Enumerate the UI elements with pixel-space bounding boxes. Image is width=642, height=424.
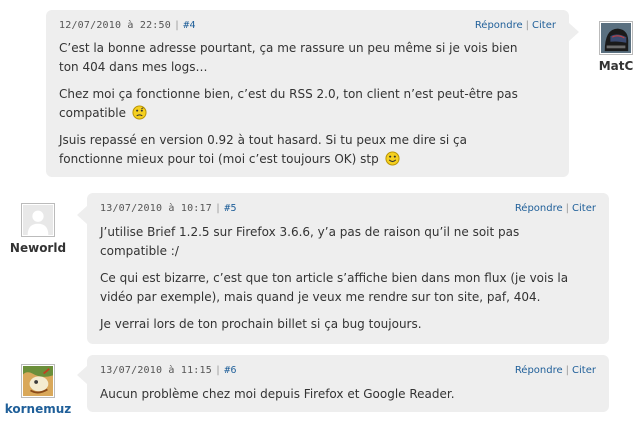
drawing-avatar-image — [23, 366, 53, 396]
comment-date: 13/07/2010 à 10:17 — [100, 203, 212, 214]
comment-author: Neworld — [9, 241, 67, 255]
text-line: Aucun problème chez moi depuis Firefox e… — [100, 387, 455, 401]
comment-paragraph: Je verrai lors de ton prochain billet si… — [100, 315, 597, 334]
cite-link[interactable]: Citer — [572, 203, 596, 214]
default-avatar-image — [23, 205, 53, 235]
comment-body: Aucun problème chez moi depuis Firefox e… — [100, 385, 597, 412]
text-line: vidéo par exemple), mais quand je veux m… — [100, 290, 541, 304]
avatar-matc[interactable] — [599, 21, 633, 55]
comment-meta: 12/07/2010 à 22:50 | #4 — [59, 20, 196, 31]
comment-meta: 13/07/2010 à 11:15 | #6 — [100, 365, 237, 376]
text-line: C’est la bonne adresse pourtant, ça me r… — [59, 41, 518, 55]
comment-bubble-4: 12/07/2010 à 22:50 | #4 Répondre | Citer C’e… — [46, 10, 569, 177]
comment-actions: Répondre | Citer — [475, 20, 556, 31]
text-line: ton 404 dans mes logs… — [59, 60, 208, 74]
text-line: Chez moi ça fonctionne bien, c’est du RS… — [59, 87, 518, 101]
actions-separator: | — [565, 365, 570, 376]
meta-separator: | — [214, 203, 222, 214]
actions-separator: | — [565, 203, 570, 214]
text-line: compatible — [59, 106, 126, 120]
comment-actions: Répondre | Citer — [515, 203, 596, 214]
bubble-tail — [77, 206, 87, 224]
reply-link[interactable]: Répondre — [475, 20, 523, 31]
comment-permalink-4[interactable]: #4 — [183, 20, 195, 31]
meta-separator: | — [214, 365, 222, 376]
text-line: J’utilise Brief 1.2.5 sur Firefox 3.6.6,… — [100, 225, 520, 239]
comment-body: J’utilise Brief 1.2.5 sur Firefox 3.6.6,… — [100, 223, 597, 342]
reply-link[interactable]: Répondre — [515, 203, 563, 214]
happy-smiley-icon — [385, 151, 400, 166]
comment-author: MatC — [598, 59, 634, 73]
comment-body: C’est la bonne adresse pourtant, ça me r… — [59, 39, 557, 177]
cite-link[interactable]: Citer — [532, 20, 556, 31]
comment-bubble-6: 13/07/2010 à 11:15 | #6 Répondre | Citer Auc… — [87, 355, 609, 412]
reply-link[interactable]: Répondre — [515, 365, 563, 376]
comment-date: 13/07/2010 à 11:15 — [100, 365, 212, 376]
comment-paragraph: J’utilise Brief 1.2.5 sur Firefox 3.6.6,… — [100, 223, 597, 261]
comment-permalink-5[interactable]: #5 — [224, 203, 236, 214]
avatar-kornemuz[interactable] — [21, 364, 55, 398]
comment-permalink-6[interactable]: #6 — [224, 365, 236, 376]
comment-date: 12/07/2010 à 22:50 — [59, 20, 171, 31]
helmet-avatar-image — [601, 23, 631, 53]
text-line: Je verrai lors de ton prochain billet si… — [100, 317, 422, 331]
actions-separator: | — [525, 20, 530, 31]
comment-bubble-5: 13/07/2010 à 10:17 | #5 Répondre | Citer J’u… — [87, 193, 609, 344]
text-line: compatible :/ — [100, 244, 179, 258]
text-line: Jsuis repassé en version 0.92 à tout has… — [59, 133, 467, 147]
comment-paragraph: Jsuis repassé en version 0.92 à tout has… — [59, 131, 557, 169]
comment-paragraph: Ce qui est bizarre, c’est que ton articl… — [100, 269, 597, 307]
comment-paragraph: Chez moi ça fonctionne bien, c’est du RS… — [59, 85, 557, 123]
cite-link[interactable]: Citer — [572, 365, 596, 376]
comment-actions: Répondre | Citer — [515, 365, 596, 376]
text-line: fonctionne mieux pour toi (moi c’est tou… — [59, 152, 379, 166]
comment-paragraph: C’est la bonne adresse pourtant, ça me r… — [59, 39, 557, 77]
comment-author[interactable]: kornemuz — [0, 402, 78, 416]
bubble-tail — [569, 23, 579, 41]
text-line: Ce qui est bizarre, c’est que ton articl… — [100, 271, 569, 285]
comment-paragraph: Aucun problème chez moi depuis Firefox e… — [100, 385, 597, 404]
worried-smiley-icon — [132, 105, 147, 120]
comment-meta: 13/07/2010 à 10:17 | #5 — [100, 203, 237, 214]
avatar-neworld[interactable] — [21, 203, 55, 237]
bubble-tail — [77, 366, 87, 384]
meta-separator: | — [173, 20, 181, 31]
